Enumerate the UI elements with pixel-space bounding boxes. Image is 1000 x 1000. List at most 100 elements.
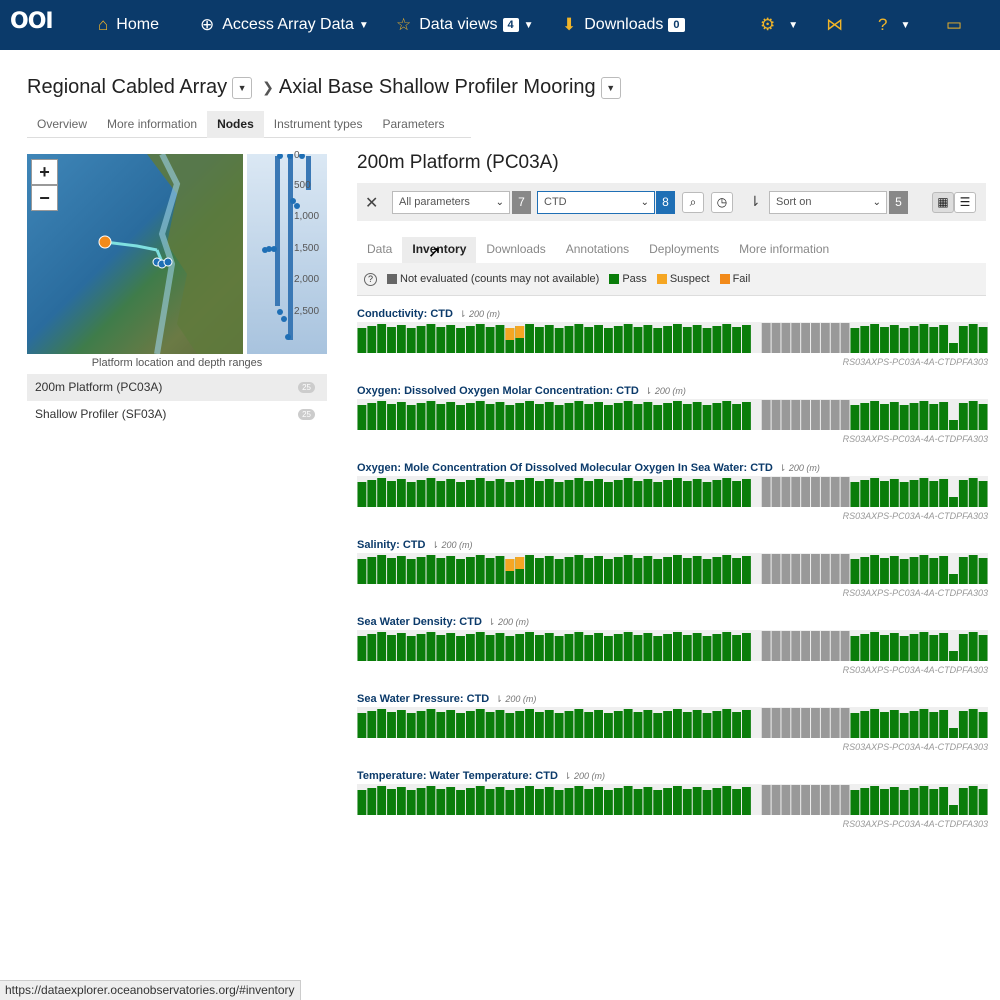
qc-bar[interactable]: [544, 556, 554, 584]
qc-bar[interactable]: [850, 636, 860, 661]
qc-bar[interactable]: [939, 556, 949, 584]
qc-bar[interactable]: [574, 401, 584, 430]
qc-bar[interactable]: [446, 633, 456, 661]
qc-bar[interactable]: [387, 558, 396, 584]
qc-bar[interactable]: [781, 323, 791, 353]
qc-bar[interactable]: [949, 728, 958, 738]
qc-bar[interactable]: [613, 634, 623, 661]
qc-bar[interactable]: [742, 556, 751, 584]
qc-bar[interactable]: [781, 400, 791, 430]
qc-bar[interactable]: [436, 558, 446, 584]
ooi-logo[interactable]: OOI: [10, 9, 54, 34]
qc-bar[interactable]: [544, 479, 554, 507]
qc-bar[interactable]: [515, 711, 525, 738]
tab-downloads[interactable]: Downloads: [476, 237, 555, 263]
qc-bar[interactable]: [534, 789, 544, 815]
qc-bar[interactable]: [613, 557, 623, 584]
qc-bar[interactable]: [673, 786, 682, 815]
inventory-row[interactable]: Sea Water Pressure: CTD ⇂ 200 (m) RS03AXPS…: [357, 693, 988, 754]
qc-bar[interactable]: [889, 325, 899, 353]
nav-downloads[interactable]: ⬇ Downloads 0: [562, 0, 685, 50]
grid-view-button[interactable]: ▦: [932, 192, 954, 213]
qc-bar[interactable]: [663, 480, 672, 507]
nav-settings[interactable]: ⚙ ▼: [760, 0, 798, 50]
qc-bar[interactable]: [396, 325, 406, 353]
qc-bar[interactable]: [880, 558, 889, 584]
qc-bar[interactable]: [564, 403, 574, 430]
clear-filter-icon[interactable]: ✕: [365, 193, 378, 213]
qc-bar[interactable]: [978, 635, 988, 661]
qc-bar[interactable]: [702, 482, 712, 507]
qc-bar[interactable]: [761, 708, 771, 738]
qc-bar[interactable]: [712, 788, 722, 815]
tab-annotations[interactable]: Annotations: [556, 237, 639, 263]
qc-bar[interactable]: [416, 788, 426, 815]
qc-bar[interactable]: [623, 786, 633, 815]
tab-more-information[interactable]: More information: [97, 111, 207, 138]
qc-bar[interactable]: [870, 709, 880, 738]
qc-bar[interactable]: [416, 326, 426, 353]
qc-bar[interactable]: [712, 634, 722, 661]
qc-bar[interactable]: [377, 709, 387, 738]
qc-bar[interactable]: [663, 403, 672, 430]
qc-bar[interactable]: [820, 631, 830, 661]
qc-bar[interactable]: [682, 558, 692, 584]
qc-bar[interactable]: [732, 789, 742, 815]
qc-bar[interactable]: [870, 555, 880, 584]
qc-bar[interactable]: [653, 790, 663, 815]
qc-bar[interactable]: [663, 788, 672, 815]
qc-bar[interactable]: [436, 481, 446, 507]
qc-bar[interactable]: [702, 405, 712, 430]
qc-bar[interactable]: [939, 633, 949, 661]
qc-bar[interactable]: [692, 556, 702, 584]
qc-bar[interactable]: [850, 559, 860, 584]
parameter-select[interactable]: All parameters ⌄: [392, 191, 510, 214]
qc-bar[interactable]: [406, 713, 416, 738]
qc-bar[interactable]: [653, 482, 663, 507]
qc-bar[interactable]: [465, 326, 475, 353]
qc-bar[interactable]: [830, 631, 840, 661]
qc-bar[interactable]: [436, 712, 446, 738]
qc-bar[interactable]: [653, 559, 663, 584]
qc-bar[interactable]: [475, 632, 485, 661]
qc-bar[interactable]: [643, 479, 653, 507]
qc-bar[interactable]: [840, 785, 850, 815]
qc-bar[interactable]: [860, 711, 870, 738]
qc-bar[interactable]: [475, 478, 485, 507]
qc-bar[interactable]: [722, 632, 732, 661]
qc-bar[interactable]: [367, 557, 377, 584]
qc-bar[interactable]: [416, 634, 426, 661]
qc-bar[interactable]: [840, 708, 850, 738]
qc-bar[interactable]: [761, 554, 771, 584]
qc-bar[interactable]: [603, 328, 613, 353]
qc-bar[interactable]: [949, 651, 958, 661]
qc-bar[interactable]: [485, 481, 495, 507]
qc-bar[interactable]: [722, 709, 732, 738]
qc-bar[interactable]: [525, 786, 534, 815]
list-view-button[interactable]: ☰: [954, 192, 976, 213]
qc-bar[interactable]: [870, 632, 880, 661]
qc-bar[interactable]: [554, 790, 564, 815]
qc-bar[interactable]: [811, 400, 820, 430]
qc-bar[interactable]: [623, 401, 633, 430]
qc-bar[interactable]: [643, 787, 653, 815]
qc-bar[interactable]: [446, 710, 456, 738]
qc-bar[interactable]: [633, 327, 643, 353]
nav-access-array-data[interactable]: ⊕ Access Array Data ▼: [200, 0, 369, 50]
qc-bar[interactable]: [899, 328, 909, 353]
qc-bar-suspect[interactable]: [515, 557, 525, 569]
qc-bar[interactable]: [505, 405, 515, 430]
qc-bar[interactable]: [919, 478, 929, 507]
platform-item-sf03a[interactable]: Shallow Profiler (SF03A) 25: [27, 401, 327, 428]
qc-bar[interactable]: [603, 636, 613, 661]
qc-bar[interactable]: [820, 400, 830, 430]
qc-bar[interactable]: [653, 328, 663, 353]
qc-bar[interactable]: [820, 323, 830, 353]
qc-bar[interactable]: [909, 711, 919, 738]
qc-bar[interactable]: [673, 324, 682, 353]
nav-feedback[interactable]: ▭: [946, 0, 970, 50]
qc-bar[interactable]: [899, 559, 909, 584]
qc-bar[interactable]: [673, 478, 682, 507]
qc-bar[interactable]: [653, 713, 663, 738]
qc-bar[interactable]: [456, 713, 465, 738]
